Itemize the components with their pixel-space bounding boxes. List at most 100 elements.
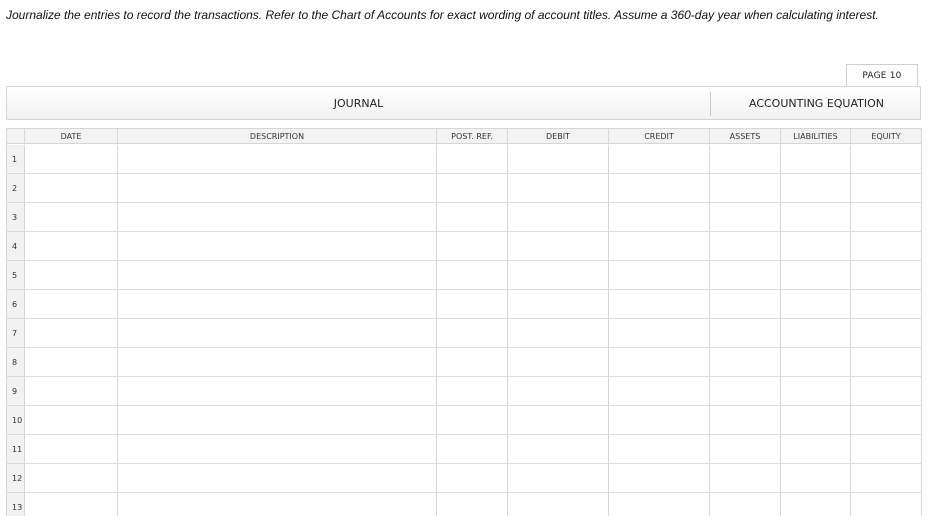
liabilities-input[interactable] bbox=[781, 290, 851, 318]
liabilities-input[interactable] bbox=[781, 203, 851, 231]
post-ref-input[interactable] bbox=[437, 203, 508, 231]
liabilities-input[interactable] bbox=[781, 145, 851, 173]
date-input[interactable] bbox=[25, 145, 118, 173]
debit-input[interactable] bbox=[508, 290, 609, 318]
description-input[interactable] bbox=[118, 232, 437, 260]
assets-input[interactable] bbox=[710, 232, 781, 260]
credit-input[interactable] bbox=[609, 145, 710, 173]
assets-input[interactable] bbox=[710, 319, 781, 347]
liabilities-input[interactable] bbox=[781, 377, 851, 405]
debit-input[interactable] bbox=[508, 174, 609, 202]
equity-input[interactable] bbox=[851, 174, 922, 202]
equity-input[interactable] bbox=[851, 348, 922, 376]
debit-input[interactable] bbox=[508, 406, 609, 434]
liabilities-input[interactable] bbox=[781, 174, 851, 202]
assets-input[interactable] bbox=[710, 203, 781, 231]
credit-input[interactable] bbox=[609, 406, 710, 434]
liabilities-input[interactable] bbox=[781, 464, 851, 492]
assets-input[interactable] bbox=[710, 435, 781, 463]
description-input[interactable] bbox=[118, 203, 437, 231]
credit-input[interactable] bbox=[609, 319, 710, 347]
post-ref-input[interactable] bbox=[437, 493, 508, 516]
debit-input[interactable] bbox=[508, 145, 609, 173]
description-input[interactable] bbox=[118, 290, 437, 318]
description-input[interactable] bbox=[118, 464, 437, 492]
page-tab[interactable]: PAGE 10 bbox=[846, 64, 918, 87]
date-input[interactable] bbox=[25, 261, 118, 289]
assets-input[interactable] bbox=[710, 261, 781, 289]
description-input[interactable] bbox=[118, 435, 437, 463]
equity-input[interactable] bbox=[851, 145, 922, 173]
post-ref-input[interactable] bbox=[437, 261, 508, 289]
post-ref-input[interactable] bbox=[437, 319, 508, 347]
post-ref-input[interactable] bbox=[437, 232, 508, 260]
post-ref-input[interactable] bbox=[437, 348, 508, 376]
date-input[interactable] bbox=[25, 493, 118, 516]
credit-input[interactable] bbox=[609, 203, 710, 231]
equity-input[interactable] bbox=[851, 493, 922, 516]
assets-input[interactable] bbox=[710, 348, 781, 376]
description-input[interactable] bbox=[118, 493, 437, 516]
debit-input[interactable] bbox=[508, 464, 609, 492]
date-input[interactable] bbox=[25, 406, 118, 434]
post-ref-input[interactable] bbox=[437, 406, 508, 434]
credit-input[interactable] bbox=[609, 290, 710, 318]
post-ref-input[interactable] bbox=[437, 435, 508, 463]
equity-input[interactable] bbox=[851, 261, 922, 289]
equity-input[interactable] bbox=[851, 377, 922, 405]
credit-input[interactable] bbox=[609, 493, 710, 516]
date-input[interactable] bbox=[25, 377, 118, 405]
date-input[interactable] bbox=[25, 174, 118, 202]
liabilities-input[interactable] bbox=[781, 406, 851, 434]
credit-input[interactable] bbox=[609, 348, 710, 376]
debit-input[interactable] bbox=[508, 319, 609, 347]
equity-input[interactable] bbox=[851, 290, 922, 318]
credit-input[interactable] bbox=[609, 435, 710, 463]
liabilities-input[interactable] bbox=[781, 261, 851, 289]
credit-input[interactable] bbox=[609, 464, 710, 492]
assets-input[interactable] bbox=[710, 174, 781, 202]
equity-input[interactable] bbox=[851, 232, 922, 260]
post-ref-input[interactable] bbox=[437, 464, 508, 492]
description-input[interactable] bbox=[118, 174, 437, 202]
equity-input[interactable] bbox=[851, 435, 922, 463]
assets-input[interactable] bbox=[710, 377, 781, 405]
debit-input[interactable] bbox=[508, 261, 609, 289]
debit-input[interactable] bbox=[508, 435, 609, 463]
post-ref-input[interactable] bbox=[437, 377, 508, 405]
date-input[interactable] bbox=[25, 232, 118, 260]
equity-input[interactable] bbox=[851, 406, 922, 434]
date-input[interactable] bbox=[25, 290, 118, 318]
date-input[interactable] bbox=[25, 348, 118, 376]
equity-input[interactable] bbox=[851, 203, 922, 231]
liabilities-input[interactable] bbox=[781, 348, 851, 376]
liabilities-input[interactable] bbox=[781, 493, 851, 516]
credit-input[interactable] bbox=[609, 377, 710, 405]
description-input[interactable] bbox=[118, 406, 437, 434]
credit-input[interactable] bbox=[609, 261, 710, 289]
post-ref-input[interactable] bbox=[437, 145, 508, 173]
debit-input[interactable] bbox=[508, 348, 609, 376]
liabilities-input[interactable] bbox=[781, 319, 851, 347]
debit-input[interactable] bbox=[508, 377, 609, 405]
assets-input[interactable] bbox=[710, 290, 781, 318]
credit-input[interactable] bbox=[609, 232, 710, 260]
debit-input[interactable] bbox=[508, 493, 609, 516]
equity-input[interactable] bbox=[851, 319, 922, 347]
assets-input[interactable] bbox=[710, 406, 781, 434]
assets-input[interactable] bbox=[710, 464, 781, 492]
liabilities-input[interactable] bbox=[781, 435, 851, 463]
post-ref-input[interactable] bbox=[437, 174, 508, 202]
liabilities-input[interactable] bbox=[781, 232, 851, 260]
debit-input[interactable] bbox=[508, 203, 609, 231]
description-input[interactable] bbox=[118, 348, 437, 376]
description-input[interactable] bbox=[118, 145, 437, 173]
post-ref-input[interactable] bbox=[437, 290, 508, 318]
date-input[interactable] bbox=[25, 464, 118, 492]
assets-input[interactable] bbox=[710, 493, 781, 516]
date-input[interactable] bbox=[25, 435, 118, 463]
date-input[interactable] bbox=[25, 203, 118, 231]
description-input[interactable] bbox=[118, 377, 437, 405]
date-input[interactable] bbox=[25, 319, 118, 347]
equity-input[interactable] bbox=[851, 464, 922, 492]
